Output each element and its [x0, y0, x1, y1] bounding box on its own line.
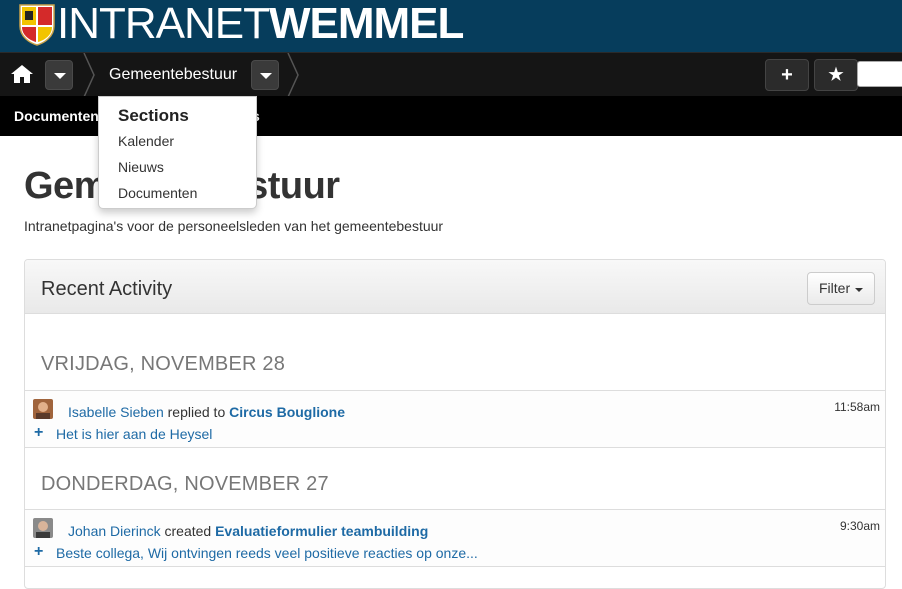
- activity-verb: created: [164, 523, 212, 539]
- breadcrumb-gemeentebestuur[interactable]: Gemeentebestuur: [109, 66, 237, 84]
- avatar[interactable]: [33, 518, 53, 538]
- plus-icon: +: [781, 64, 793, 86]
- activity-target-link[interactable]: Circus Bouglione: [229, 404, 345, 420]
- filter-label: Filter: [819, 280, 851, 296]
- home-menu-toggle[interactable]: [45, 60, 73, 90]
- recent-activity-panel: Recent Activity Filter VRIJDAG, NOVEMBER…: [24, 259, 886, 589]
- panel-header: Recent Activity Filter: [25, 260, 885, 314]
- activity-time: 11:58am: [834, 400, 880, 414]
- activity-item: Isabelle Sieben replied to Circus Bougli…: [25, 390, 885, 448]
- search-input[interactable]: [857, 61, 902, 87]
- activity-snippet-link[interactable]: Beste collega, Wij ontvingen reeds veel …: [56, 545, 478, 561]
- activity-user-link[interactable]: Johan Dierinck: [68, 523, 161, 539]
- day-heading: VRIJDAG, NOVEMBER 28: [41, 353, 286, 375]
- page-description: Intranetpagina's voor de personeelsleden…: [24, 218, 444, 234]
- activity-snippet-link[interactable]: Het is hier aan de Heysel: [56, 426, 212, 442]
- activity-user-link[interactable]: Isabelle Sieben: [68, 404, 164, 420]
- star-icon: ★: [828, 65, 844, 84]
- logo-text-intranet: INTRANET: [57, 0, 270, 48]
- sections-menu-toggle[interactable]: [251, 60, 279, 90]
- dropdown-heading: Sections: [118, 106, 189, 125]
- breadcrumb-separator: [83, 53, 95, 97]
- expand-plus-icon[interactable]: +: [34, 424, 43, 442]
- favorites-button[interactable]: ★: [814, 59, 858, 91]
- activity-item: Johan Dierinck created Evaluatieformulie…: [25, 509, 885, 567]
- expand-plus-icon[interactable]: +: [34, 543, 43, 561]
- activity-summary: Isabelle Sieben replied to Circus Bougli…: [68, 404, 345, 420]
- sections-dropdown: Sections Kalender Nieuws Documenten: [98, 96, 257, 209]
- breadcrumb-separator: [287, 53, 299, 97]
- top-navbar: Gemeentebestuur + ★: [0, 52, 902, 97]
- dropdown-item-nieuws[interactable]: Nieuws: [118, 159, 164, 175]
- day-heading: DONDERDAG, NOVEMBER 27: [41, 473, 329, 495]
- filter-button[interactable]: Filter: [807, 272, 875, 305]
- activity-summary: Johan Dierinck created Evaluatieformulie…: [68, 523, 428, 539]
- avatar[interactable]: [33, 399, 53, 419]
- subnav-item-documenten[interactable]: Documenten: [14, 108, 99, 124]
- coat-of-arms-icon: [19, 4, 55, 46]
- brand-header: INTRANETWEMMEL: [0, 0, 902, 52]
- activity-time: 9:30am: [839, 519, 880, 533]
- activity-verb: replied to: [167, 404, 226, 420]
- activity-target-link[interactable]: Evaluatieformulier teambuilding: [215, 523, 428, 539]
- home-icon[interactable]: [10, 64, 34, 84]
- panel-title: Recent Activity: [41, 278, 173, 300]
- dropdown-item-documenten[interactable]: Documenten: [118, 185, 197, 201]
- site-logo[interactable]: INTRANETWEMMEL: [57, 0, 464, 51]
- dropdown-item-kalender[interactable]: Kalender: [118, 133, 174, 149]
- logo-text-wemmel: WEMMEL: [269, 0, 464, 48]
- add-button[interactable]: +: [765, 59, 809, 91]
